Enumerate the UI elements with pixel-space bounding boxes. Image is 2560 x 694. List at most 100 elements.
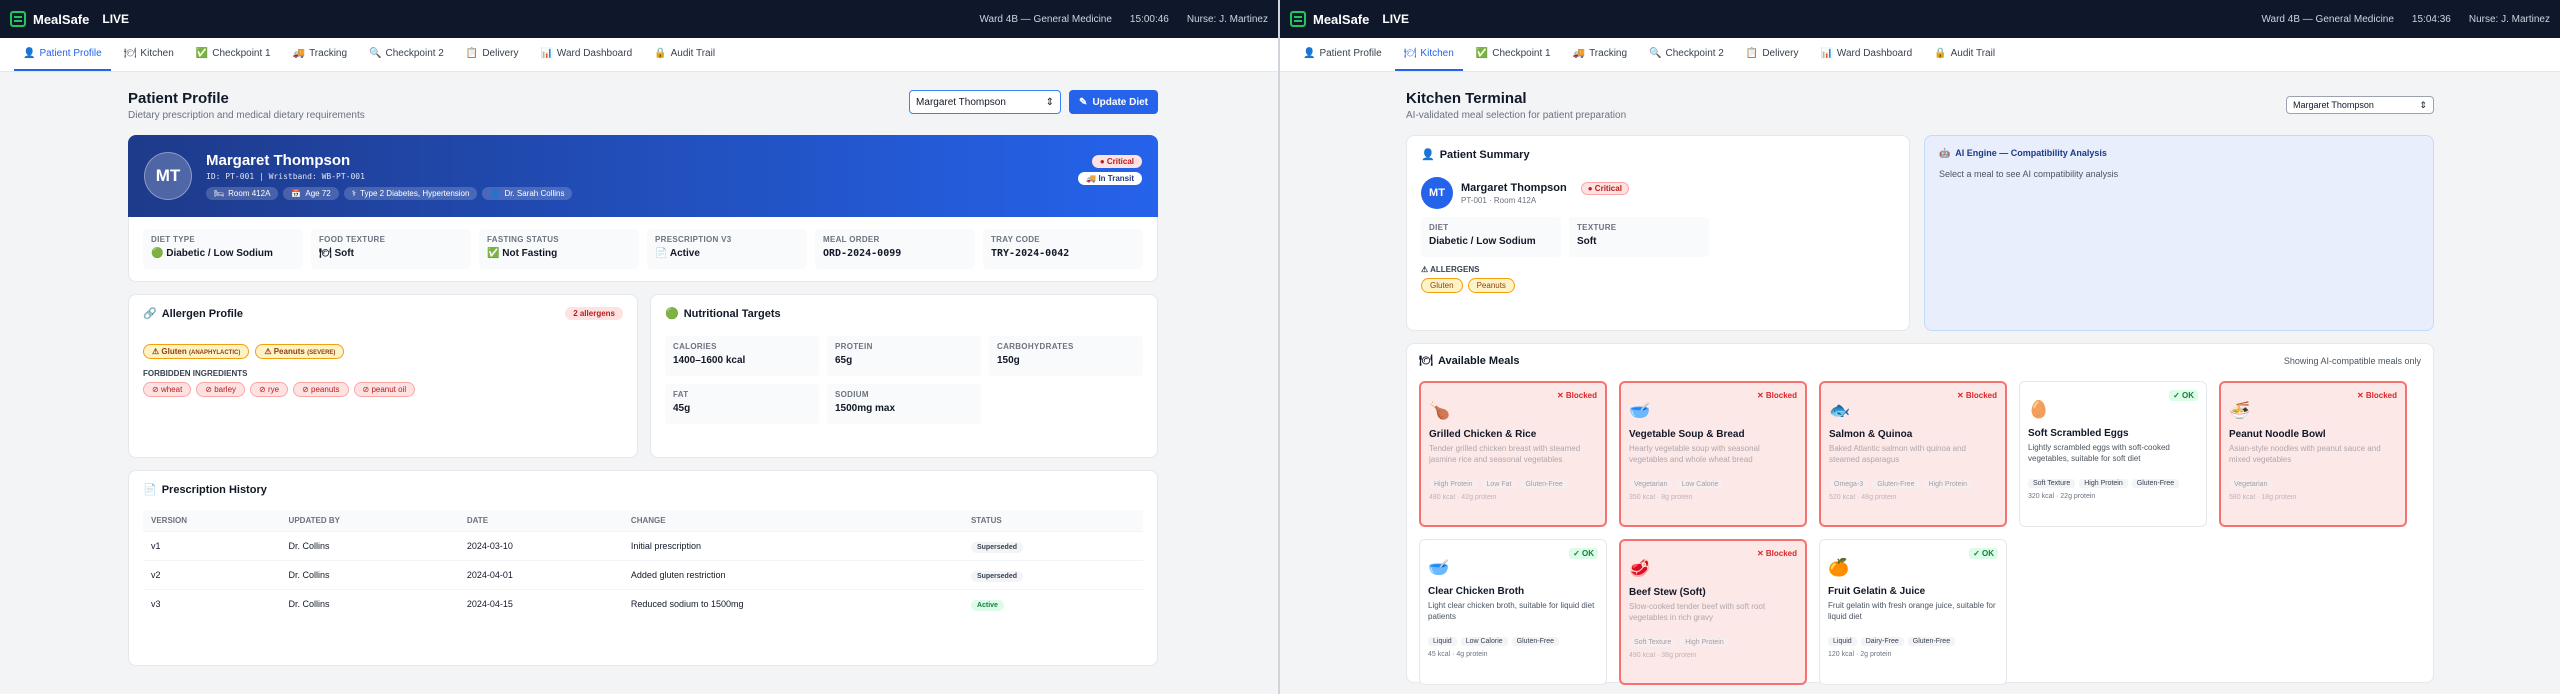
tab-label: Tracking xyxy=(1589,48,1628,59)
meal-tag: Low Fat xyxy=(1481,480,1517,489)
cell-label: PRESCRIPTION V3 xyxy=(655,235,732,244)
patient-profile-content: Patient Profile Dietary prescription and… xyxy=(128,72,1158,666)
nurse-label: Nurse: J. Martinez xyxy=(2468,13,2550,25)
transit-text: In Transit xyxy=(1098,174,1134,183)
column-header: UPDATED BY xyxy=(280,510,459,532)
cell-value: TRY-2024-0042 xyxy=(991,248,1070,259)
patient-banner: MT Margaret Thompson ID: PT-001 | Wristb… xyxy=(128,135,1158,217)
meal-grid: ✕ Blocked 🍗 Grilled Chicken & Rice Tender g… xyxy=(1419,381,2421,685)
tab-delivery[interactable]: 📋 Delivery xyxy=(457,38,528,71)
ward-label: Ward 4B — General Medicine xyxy=(2261,13,2394,25)
meal-nutrition: 350 kcal · 8g protein xyxy=(1629,494,1693,501)
allergen-chip: ⚠ Peanuts (SEVERE) xyxy=(255,344,345,359)
meal-tag: Low Calorie xyxy=(1460,637,1508,646)
table-cell: Superseded xyxy=(962,560,1143,590)
allergens-label-text: ALLERGENS xyxy=(1430,265,1480,274)
tab-label: Kitchen xyxy=(140,48,174,59)
meal-tag: Soft Texture xyxy=(2028,479,2076,488)
mealsafe-logo-icon xyxy=(10,11,26,27)
update-diet-label: Update Diet xyxy=(1092,96,1148,108)
tab-patient-profile[interactable]: 👤 Patient Profile xyxy=(14,38,111,71)
meal-tags: Soft Texture High Protein xyxy=(1629,638,1797,647)
warning-icon: ⚠ xyxy=(1421,265,1429,274)
document-icon: 📄 xyxy=(143,484,157,496)
tab-audit-trail[interactable]: 🔒 Audit Trail xyxy=(645,38,724,71)
meal-order-cell: MEAL ORDER ORD-2024-0099 xyxy=(815,229,975,269)
allergen-name: Peanuts xyxy=(273,347,305,356)
patient-summary-card: 👤 Patient Summary MT Margaret Thompson PT… xyxy=(1406,135,1910,331)
tab-checkpoint-1[interactable]: ✅ Checkpoint 1 xyxy=(1467,38,1560,71)
food-texture-cell: FOOD TEXTURE 🍽 Soft xyxy=(311,229,471,269)
meal-card[interactable]: ✕ Blocked 🐟 Salmon & Quinoa Baked Atlantic … xyxy=(1819,381,2007,527)
tab-patient-profile[interactable]: 👤 Patient Profile xyxy=(1294,38,1391,71)
meal-icon: 🥣 xyxy=(1428,558,1450,577)
clock: 15:04:36 xyxy=(2411,13,2451,25)
tab-label: Checkpoint 2 xyxy=(385,48,444,59)
diet-cell: DIET Diabetic / Low Sodium xyxy=(1421,217,1561,257)
page-title: Patient Profile xyxy=(128,90,229,107)
meal-nutrition: 120 kcal · 2g protein xyxy=(1828,651,1892,658)
table-cell: 2024-04-15 xyxy=(458,589,623,618)
carbohydrates-cell: CARBOHYDRATES 150g xyxy=(989,336,1143,376)
meal-tag: High Protein xyxy=(2079,479,2128,488)
meal-icon: 🥚 xyxy=(2028,400,2050,419)
tab-kitchen[interactable]: 🍽 Kitchen xyxy=(1394,38,1463,71)
tab-ward-dashboard[interactable]: 📊 Ward Dashboard xyxy=(1811,38,1921,71)
column-header: CHANGE xyxy=(622,510,963,532)
meal-tag: Gluten-Free xyxy=(1520,480,1568,489)
truck-icon: 🚚 xyxy=(292,48,306,59)
meal-card[interactable]: ✓ OK 🍊 Fruit Gelatin & Juice Fruit gelatin … xyxy=(1819,539,2007,685)
meal-card[interactable]: ✓ OK 🥚 Soft Scrambled Eggs Lightly scramble… xyxy=(2019,381,2207,527)
check-icon: ✅ xyxy=(195,48,209,59)
card-title: Allergen Profile xyxy=(161,307,243,320)
meal-tag: Liquid xyxy=(1428,637,1457,646)
tab-checkpoint-1[interactable]: ✅ Checkpoint 1 xyxy=(187,38,280,71)
tab-ward-dashboard[interactable]: 📊 Ward Dashboard xyxy=(531,38,641,71)
meal-tag: Soft Texture xyxy=(1629,638,1677,647)
meal-tags: Omega-3 Gluten-Free High Protein xyxy=(1829,480,1997,489)
tab-delivery[interactable]: 📋 Delivery xyxy=(1737,38,1808,71)
cell-label: PROTEIN xyxy=(835,342,873,351)
forbidden-chip: ⊘ barley xyxy=(196,382,246,397)
protein-cell: PROTEIN 65g xyxy=(827,336,981,376)
link-icon: 🔗 xyxy=(143,308,157,320)
medical-icon: ⚕ xyxy=(351,189,357,198)
patient-select[interactable]: Margaret Thompson ⇕ xyxy=(2286,96,2434,114)
allergen-severity: (ANAPHYLACTIC) xyxy=(188,350,241,356)
allergen-count-badge: 2 allergens xyxy=(565,307,623,320)
meal-card[interactable]: ✓ OK 🥣 Clear Chicken Broth Light clear chic… xyxy=(1419,539,1607,685)
allergen-profile-card: 🔗 Allergen Profile 2 allergens ⚠ Gluten (A… xyxy=(128,294,638,458)
meal-tags: Vegetarian xyxy=(2229,480,2397,489)
brand[interactable]: MealSafe LIVE xyxy=(1290,11,1409,27)
tab-kitchen[interactable]: 🍽 Kitchen xyxy=(115,38,183,71)
tab-checkpoint-2[interactable]: 🔍 Checkpoint 2 xyxy=(360,38,453,71)
meal-tag: High Protein xyxy=(1680,638,1729,647)
available-meals-card: 🍽 Available Meals Showing AI-compatible m… xyxy=(1406,343,2434,685)
tab-checkpoint-2[interactable]: 🔍 Checkpoint 2 xyxy=(1640,38,1733,71)
cell-label: FOOD TEXTURE xyxy=(319,235,386,244)
update-diet-button[interactable]: ✎ Update Diet xyxy=(1069,90,1158,114)
x-icon: ✕ xyxy=(2356,391,2364,400)
nurse-label: Nurse: J. Martinez xyxy=(1186,13,1268,25)
meal-card[interactable]: ✕ Blocked 🍜 Peanut Noodle Bowl Asian-style … xyxy=(2219,381,2407,527)
chevron-updown-icon: ⇕ xyxy=(2419,99,2427,110)
ai-compatibility-panel: 🤖 AI Engine — Compatibility Analysis Sele… xyxy=(1924,135,2434,331)
ban-icon: ⊘ xyxy=(152,385,159,394)
check-icon: ✅ xyxy=(487,248,500,259)
patient-select[interactable]: Margaret Thompson ⇕ xyxy=(909,90,1062,114)
top-bar: MealSafe LIVE Ward 4B — General Medicine… xyxy=(1280,0,2560,38)
meal-icon: 🥣 xyxy=(1629,401,1651,420)
brand[interactable]: MealSafe LIVE xyxy=(10,11,129,27)
meal-card[interactable]: ✕ Blocked 🍗 Grilled Chicken & Rice Tender g… xyxy=(1419,381,1607,527)
pencil-icon: ✎ xyxy=(1079,96,1088,108)
ok-flag: ✓ OK xyxy=(1569,548,1598,559)
meal-card[interactable]: ✕ Blocked 🥣 Vegetable Soup & Bread Hearty v… xyxy=(1619,381,1807,527)
meal-icon: 🍜 xyxy=(2229,401,2251,420)
meal-card[interactable]: ✕ Blocked 🥩 Beef Stew (Soft) Slow-cooked te… xyxy=(1619,539,1807,685)
robot-icon: 🤖 xyxy=(1939,148,1951,158)
tab-tracking[interactable]: 🚚 Tracking xyxy=(1564,38,1636,71)
doctor-chip: 👤 Dr. Sarah Collins xyxy=(482,187,573,200)
tab-audit-trail[interactable]: 🔒 Audit Trail xyxy=(1925,38,2004,71)
tab-tracking[interactable]: 🚚 Tracking xyxy=(284,38,356,71)
cell-label: DIET xyxy=(1429,223,1449,232)
